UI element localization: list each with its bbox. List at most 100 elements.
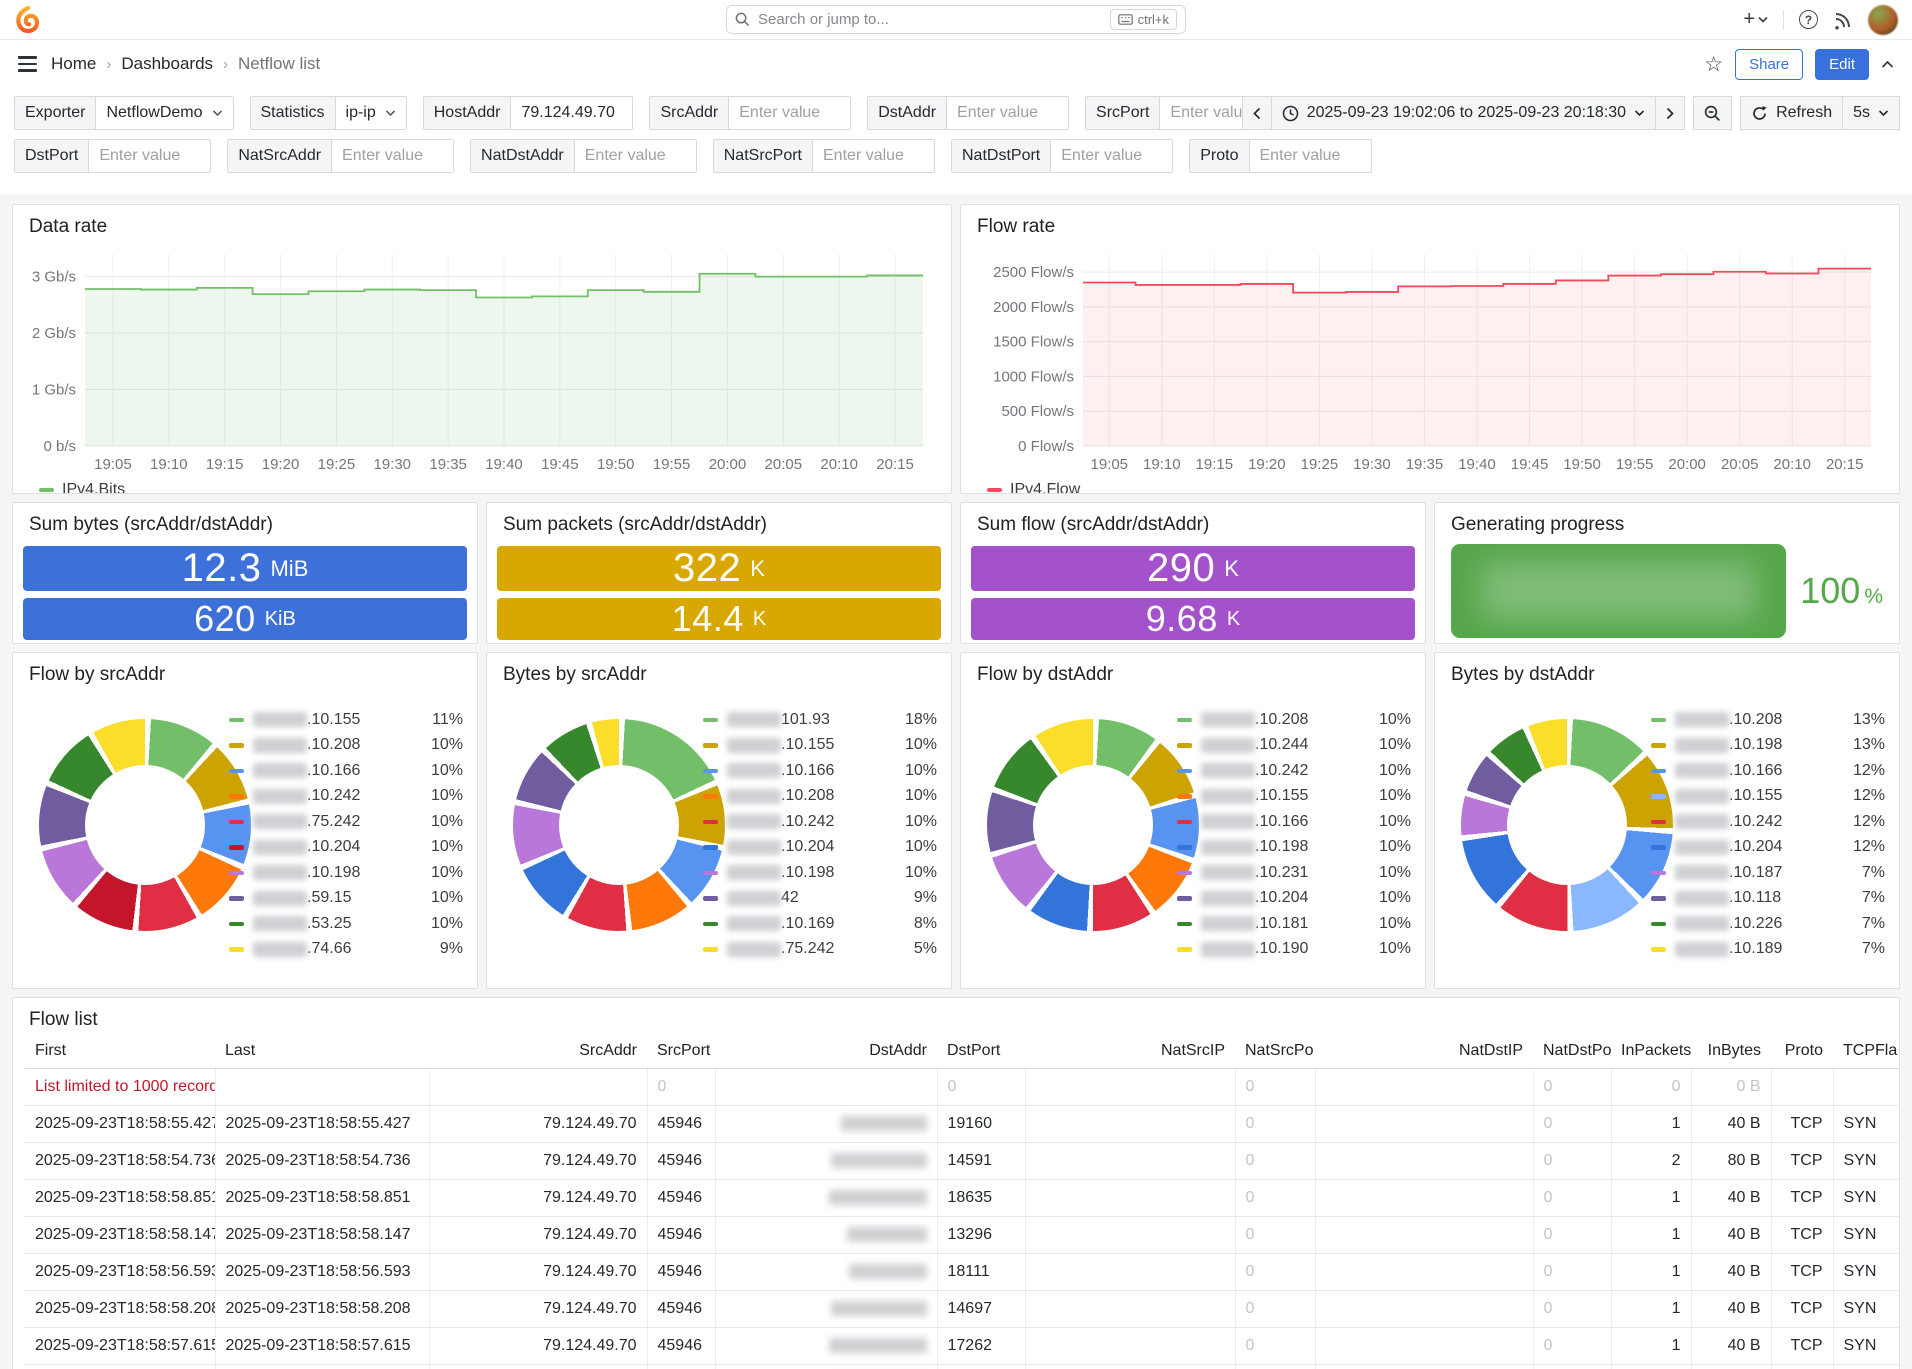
table-row[interactable]: 2025-09-23T18:58:57.615 2025-09-23T18:58… [25,1327,1899,1364]
filter-select-exporter[interactable]: NetflowDemo [96,96,233,130]
table-row[interactable]: 2025-09-23T18:58:58.147 2025-09-23T18:58… [25,1216,1899,1253]
chart-legend[interactable]: IPv4.Bits [39,481,951,494]
pie-legend-item[interactable]: .10.15510% [703,733,937,759]
refresh-interval-select[interactable]: 5s [1843,96,1900,130]
column-header-natdstpo[interactable]: NatDstPo [1533,1035,1611,1068]
search-input[interactable]: Search or jump to... ctrl+k [726,5,1186,34]
pie-legend-item[interactable]: .10.19810% [703,860,937,886]
pie-legend-item[interactable]: .10.24210% [703,809,937,835]
pie-legend-item[interactable]: 101.9318% [703,707,937,733]
column-header-natsrcpo[interactable]: NatSrcPo [1235,1035,1315,1068]
column-header-first[interactable]: First [25,1035,215,1068]
pie-legend-item[interactable]: .10.16610% [1177,809,1411,835]
pie-legend-item[interactable]: .75.2425% [703,937,937,963]
news-icon[interactable] [1833,10,1853,30]
pie-legend-item[interactable]: .10.15510% [1177,784,1411,810]
zoom-out-time-button[interactable] [1693,96,1732,130]
filter-select-statistics[interactable]: ip-ip [336,96,407,130]
pie-legend-item[interactable]: .10.20410% [229,835,463,861]
table-row[interactable]: 2025-09-23T18:58:54.736 2025-09-23T18:58… [25,1142,1899,1179]
menu-toggle-icon[interactable] [18,56,37,71]
favorite-star-icon[interactable]: ☆ [1704,54,1723,75]
grafana-logo-icon[interactable] [14,6,41,33]
pie-legend-item[interactable]: .10.24210% [229,784,463,810]
panel-title[interactable]: Flow by dstAddr [961,653,1425,690]
column-header-inpackets[interactable]: InPackets [1611,1035,1691,1068]
pie-legend-item[interactable]: .10.2267% [1651,911,1885,937]
panel-title[interactable]: Generating progress [1435,503,1899,540]
donut-chart[interactable] [987,719,1199,931]
filter-input-natdstport[interactable] [1051,139,1173,173]
pie-legend-item[interactable]: .10.19813% [1651,733,1885,759]
pie-legend-item[interactable]: 429% [703,886,937,912]
column-header-dstaddr[interactable]: DstAddr [715,1035,937,1068]
column-header-last[interactable]: Last [215,1035,429,1068]
panel-title[interactable]: Flow by srcAddr [13,653,477,690]
panel-title[interactable]: Sum bytes (srcAddr/dstAddr) [13,503,477,540]
filter-input-natsrcport[interactable] [813,139,935,173]
pie-legend-item[interactable]: .10.1187% [1651,886,1885,912]
pie-legend-item[interactable]: .10.24210% [1177,758,1411,784]
panel-title[interactable]: Bytes by srcAddr [487,653,951,690]
column-header-natsrcip[interactable]: NatSrcIP [1025,1035,1235,1068]
pie-legend-item[interactable]: .10.15511% [229,707,463,733]
pie-legend-item[interactable]: .74.669% [229,937,463,963]
time-range-picker[interactable]: 2025-09-23 19:02:06 to 2025-09-23 20:18:… [1272,96,1656,130]
pie-legend-item[interactable]: .10.24212% [1651,809,1885,835]
filter-input-proto[interactable] [1250,139,1372,173]
column-header-proto[interactable]: Proto [1771,1035,1833,1068]
new-menu-button[interactable]: + [1743,8,1768,31]
panel-title[interactable]: Data rate [13,205,951,242]
filter-input-natsrcaddr[interactable] [332,139,454,173]
pie-legend-item[interactable]: .10.16612% [1651,758,1885,784]
table-row[interactable]: 2025-09-23T18:58:58.208 2025-09-23T18:58… [25,1290,1899,1327]
breadcrumb-home[interactable]: Home [51,54,96,74]
pie-legend-item[interactable]: .10.19810% [229,860,463,886]
pie-legend-item[interactable]: .10.24410% [1177,733,1411,759]
pie-legend-item[interactable]: .10.18110% [1177,911,1411,937]
pie-legend-item[interactable]: .75.24210% [229,809,463,835]
pie-legend-item[interactable]: .10.1698% [703,911,937,937]
pie-legend-item[interactable]: .10.19010% [1177,937,1411,963]
pie-legend-item[interactable]: .53.2510% [229,911,463,937]
filter-input-srcaddr[interactable] [729,96,851,130]
pie-legend-item[interactable]: .10.20810% [229,733,463,759]
column-header-dstport[interactable]: DstPort [937,1035,1025,1068]
help-icon[interactable]: ? [1799,10,1818,29]
panel-title[interactable]: Flow list [13,998,1899,1035]
filter-input-dstport[interactable] [89,139,211,173]
pie-legend-item[interactable]: .10.20410% [1177,886,1411,912]
column-header-srcaddr[interactable]: SrcAddr [429,1035,647,1068]
panel-title[interactable]: Bytes by dstAddr [1435,653,1899,690]
pie-legend-item[interactable]: .10.16610% [229,758,463,784]
pie-legend-item[interactable]: .10.15512% [1651,784,1885,810]
collapse-chevron-icon[interactable] [1881,60,1894,69]
share-button[interactable]: Share [1735,49,1803,80]
pie-legend-item[interactable]: .10.20410% [703,835,937,861]
filter-input-hostaddr[interactable] [511,96,633,130]
table-row[interactable]: 2025-09-23T18:59:00.025 2025-09-23T18:59… [25,1364,1899,1369]
column-header-tcpfla[interactable]: TCPFla [1833,1035,1899,1068]
filter-input-natdstaddr[interactable] [575,139,697,173]
time-shift-back-button[interactable] [1242,96,1272,130]
panel-title[interactable]: Flow rate [961,205,1899,242]
data-rate-chart[interactable]: 0 b/s1 Gb/s2 Gb/s3 Gb/s19:0519:1019:1519… [13,242,933,476]
donut-chart[interactable] [513,719,725,931]
time-shift-forward-button[interactable] [1656,96,1685,130]
flow-rate-chart[interactable]: 0 Flow/s500 Flow/s1000 Flow/s1500 Flow/s… [961,242,1881,476]
table-row[interactable]: 2025-09-23T18:58:55.427 2025-09-23T18:58… [25,1105,1899,1142]
pie-legend-item[interactable]: .10.23110% [1177,860,1411,886]
table-row[interactable]: 2025-09-23T18:58:58.851 2025-09-23T18:58… [25,1179,1899,1216]
filter-input-dstaddr[interactable] [947,96,1069,130]
pie-legend-item[interactable]: .10.20810% [1177,707,1411,733]
chart-legend[interactable]: IPv4.Flow [987,481,1899,494]
table-row[interactable]: 2025-09-23T18:58:56.593 2025-09-23T18:58… [25,1253,1899,1290]
panel-title[interactable]: Sum flow (srcAddr/dstAddr) [961,503,1425,540]
pie-legend-item[interactable]: .10.20412% [1651,835,1885,861]
pie-legend-item[interactable]: .10.19810% [1177,835,1411,861]
user-avatar[interactable] [1868,5,1898,35]
breadcrumb-dashboards[interactable]: Dashboards [121,54,213,74]
panel-title[interactable]: Sum packets (srcAddr/dstAddr) [487,503,951,540]
donut-chart[interactable] [39,719,251,931]
pie-legend-item[interactable]: .10.20813% [1651,707,1885,733]
